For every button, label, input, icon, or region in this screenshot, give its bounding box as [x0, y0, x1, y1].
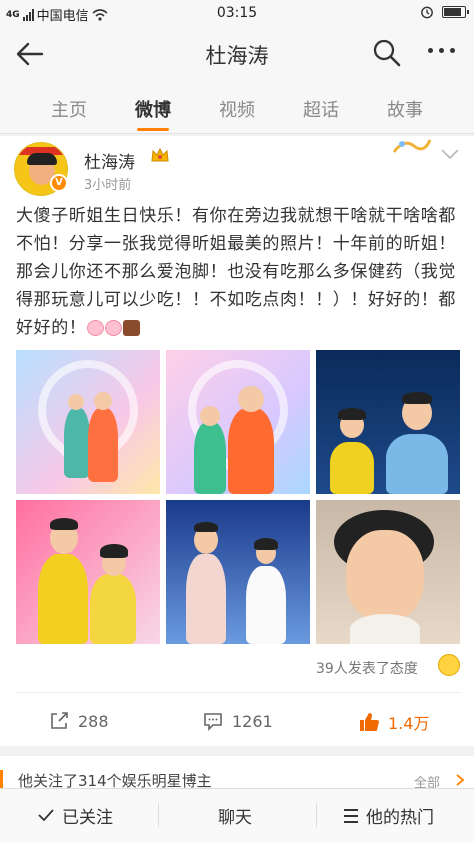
verified-badge-icon: V — [50, 174, 68, 192]
tab-label: 微博 — [135, 100, 171, 121]
bottom-action-bar: 已关注 聊天 他的热门 — [0, 788, 474, 842]
divider — [158, 803, 159, 827]
tab-label: 主页 — [51, 100, 87, 121]
person-hair — [50, 518, 78, 530]
clock: 03:15 — [216, 5, 258, 21]
tab-video[interactable]: 视频 — [202, 96, 272, 122]
person-head — [94, 392, 112, 410]
tab-label: 视频 — [219, 100, 255, 121]
followed-button[interactable]: 已关注 — [62, 803, 113, 828]
person-figure — [246, 566, 286, 644]
like-count: 1.4万 — [388, 714, 430, 733]
photo-grid — [16, 350, 460, 644]
profile-tabs: 主页 微博 视频 超话 故事 — [0, 82, 474, 134]
chat-button[interactable]: 聊天 — [218, 803, 252, 828]
accent-bar — [0, 770, 3, 790]
person-hair — [338, 408, 366, 420]
person-figure — [90, 574, 136, 644]
comment-count: 1261 — [232, 711, 273, 731]
status-right — [420, 5, 469, 19]
person-head — [200, 406, 220, 426]
chevron-right-icon[interactable] — [455, 774, 465, 786]
page-title: 杜海涛 — [205, 44, 269, 68]
person-head — [238, 386, 264, 412]
avatar-hair — [27, 153, 57, 165]
comment-icon — [204, 713, 222, 731]
thumbs-up-icon — [360, 713, 379, 731]
post-actions: 288 1261 1.4万 — [0, 702, 474, 742]
pearl-necklace — [350, 614, 420, 644]
person-figure — [186, 554, 226, 644]
person-figure — [194, 422, 226, 494]
battery-icon — [442, 6, 469, 18]
post-card[interactable]: V 杜海涛 3小时前 大傻子昕姐生日快乐！有你在旁边我就想干啥就干啥啥都不怕！分… — [0, 136, 474, 746]
repost-button[interactable]: 288 — [48, 710, 109, 732]
divider — [16, 692, 460, 693]
menu-icon — [344, 809, 358, 823]
more-icon[interactable] — [428, 48, 455, 53]
person-hair — [402, 392, 432, 404]
tab-label: 故事 — [387, 100, 423, 121]
active-tab-indicator — [137, 128, 169, 131]
post-time: 3小时前 — [84, 178, 132, 193]
crown-icon — [151, 147, 169, 162]
cake-emoji-icon — [123, 320, 141, 336]
like-button[interactable]: 1.4万 — [358, 710, 429, 734]
person-figure — [330, 442, 374, 494]
person-figure — [386, 434, 448, 494]
tab-weibo[interactable]: 微博 — [118, 96, 188, 131]
photo-thumbnail[interactable] — [316, 350, 460, 494]
comment-button[interactable]: 1261 — [202, 710, 273, 732]
divider — [316, 803, 317, 827]
tab-super-topic[interactable]: 超话 — [286, 96, 356, 122]
card-decoration — [392, 139, 432, 153]
person-head — [68, 394, 84, 410]
pig-emoji-icon — [87, 320, 105, 336]
search-icon[interactable] — [372, 38, 402, 68]
reactions-text[interactable]: 39人发表了态度 — [316, 658, 418, 678]
laugh-emoji-icon[interactable] — [438, 654, 460, 676]
person-hair — [254, 538, 278, 550]
repost-count: 288 — [78, 711, 109, 731]
photo-thumbnail[interactable] — [166, 350, 310, 494]
person-figure — [228, 408, 274, 494]
check-icon — [38, 809, 54, 822]
photo-thumbnail[interactable] — [166, 500, 310, 644]
photo-thumbnail[interactable] — [316, 500, 460, 644]
person-hair — [194, 522, 218, 532]
pig-emoji-icon — [105, 320, 123, 336]
chevron-down-icon[interactable] — [440, 148, 460, 160]
person-head — [346, 530, 424, 622]
person-figure — [38, 554, 88, 644]
tab-label: 超话 — [303, 100, 339, 121]
alarm-icon — [421, 6, 433, 19]
person-hair — [100, 544, 128, 558]
person-figure — [64, 408, 90, 478]
repost-icon — [51, 712, 68, 729]
author-name[interactable]: 杜海涛 — [84, 148, 135, 173]
status-bar: 4G 中国电信 03:15 — [0, 0, 474, 26]
post-text: 大傻子昕姐生日快乐！有你在旁边我就想干啥就干啥啥都不怕！分享一张我觉得昕姐最美的… — [16, 202, 462, 342]
photo-thumbnail[interactable] — [16, 500, 160, 644]
tab-stories[interactable]: 故事 — [370, 96, 440, 122]
nav-bar: 杜海涛 — [0, 26, 474, 82]
photo-thumbnail[interactable] — [16, 350, 160, 494]
post-body: 大傻子昕姐生日快乐！有你在旁边我就想干啥就干啥啥都不怕！分享一张我觉得昕姐最美的… — [16, 206, 456, 338]
tab-home[interactable]: 主页 — [34, 96, 104, 122]
hot-posts-button[interactable]: 他的热门 — [366, 803, 434, 828]
person-figure — [88, 408, 118, 482]
